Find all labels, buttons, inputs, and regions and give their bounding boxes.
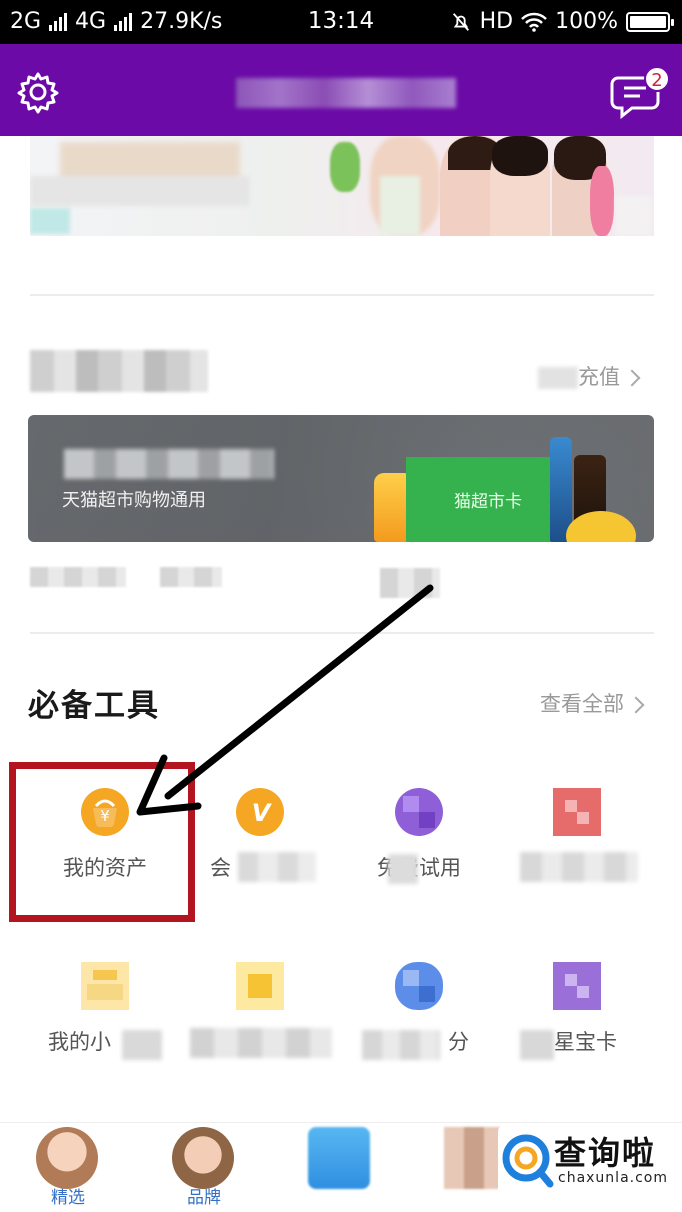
gift-card-label: 猫超市卡: [454, 492, 522, 512]
tool-label-blurred: [190, 1028, 332, 1058]
search-logo-icon: [502, 1134, 554, 1188]
center-tab-icon: [308, 1127, 370, 1189]
tool-label-blurred: [520, 852, 638, 882]
tool-label: 星宝卡: [554, 1030, 617, 1054]
shop-icon: [81, 962, 129, 1010]
view-all-link[interactable]: 查看全部: [540, 688, 645, 718]
avatar: [36, 1127, 98, 1189]
battery-icon: [626, 11, 674, 32]
watermark-text: 查询啦: [554, 1134, 657, 1172]
section-title-blurred: [30, 350, 208, 392]
trial-icon: [395, 788, 443, 836]
watermark-url: chaxunla.com: [558, 1170, 668, 1186]
tab-brand[interactable]: 品牌: [136, 1123, 272, 1212]
tab-label: 精选: [51, 1188, 85, 1208]
section-divider-2: [30, 632, 654, 634]
username-blurred: [236, 78, 456, 108]
tab-center[interactable]: [272, 1123, 408, 1212]
status-bar: 2G 4G 27.9K/s 13:14 HD 100%: [0, 0, 682, 44]
tool-label: 分: [448, 1030, 469, 1054]
mute-bell-icon: [452, 12, 469, 31]
avatar: [172, 1127, 234, 1189]
promo-title-blurred: [64, 449, 274, 479]
gift-icon: [553, 788, 601, 836]
blurred-text-3: [380, 568, 440, 598]
ticket-icon: [236, 962, 284, 1010]
wifi-icon: [521, 12, 547, 32]
gift-card-image: 猫超市卡: [406, 457, 554, 542]
tool-label: 免费试用: [377, 856, 461, 880]
svg-text:V: V: [252, 799, 273, 827]
battery-percent: 100%: [555, 9, 618, 34]
avatar: [444, 1127, 506, 1189]
view-all-label: 查看全部: [540, 692, 624, 716]
tools-section-title: 必备工具: [28, 688, 160, 724]
tmall-card-promo[interactable]: 天猫超市购物通用 猫超市卡: [28, 415, 654, 542]
chevron-right-icon: [623, 369, 641, 387]
blurred-text-2: [160, 567, 222, 587]
v-badge-icon: V: [236, 788, 284, 836]
tab-label: 品牌: [187, 1188, 221, 1208]
settings-gear-icon[interactable]: [16, 70, 60, 114]
watermark: 查询啦 chaxunla.com: [498, 1124, 674, 1198]
section-divider: [30, 294, 654, 296]
hd-label: HD: [479, 9, 514, 34]
tab-featured[interactable]: 精选: [0, 1123, 136, 1212]
app-header: 2: [0, 44, 682, 136]
chevron-right-icon: [627, 696, 645, 714]
highlight-box: [9, 762, 195, 922]
card-icon: [553, 962, 601, 1010]
status-right: HD 100%: [450, 9, 674, 34]
promo-banner[interactable]: [30, 136, 654, 236]
points-icon: [395, 962, 443, 1010]
promo-subtitle: 天猫超市购物通用: [62, 490, 206, 511]
blurred-text-1: [30, 567, 126, 587]
recharge-link-label: 充值: [578, 365, 620, 389]
message-count-badge: 2: [644, 66, 670, 92]
recharge-link[interactable]: 充值: [538, 361, 641, 391]
